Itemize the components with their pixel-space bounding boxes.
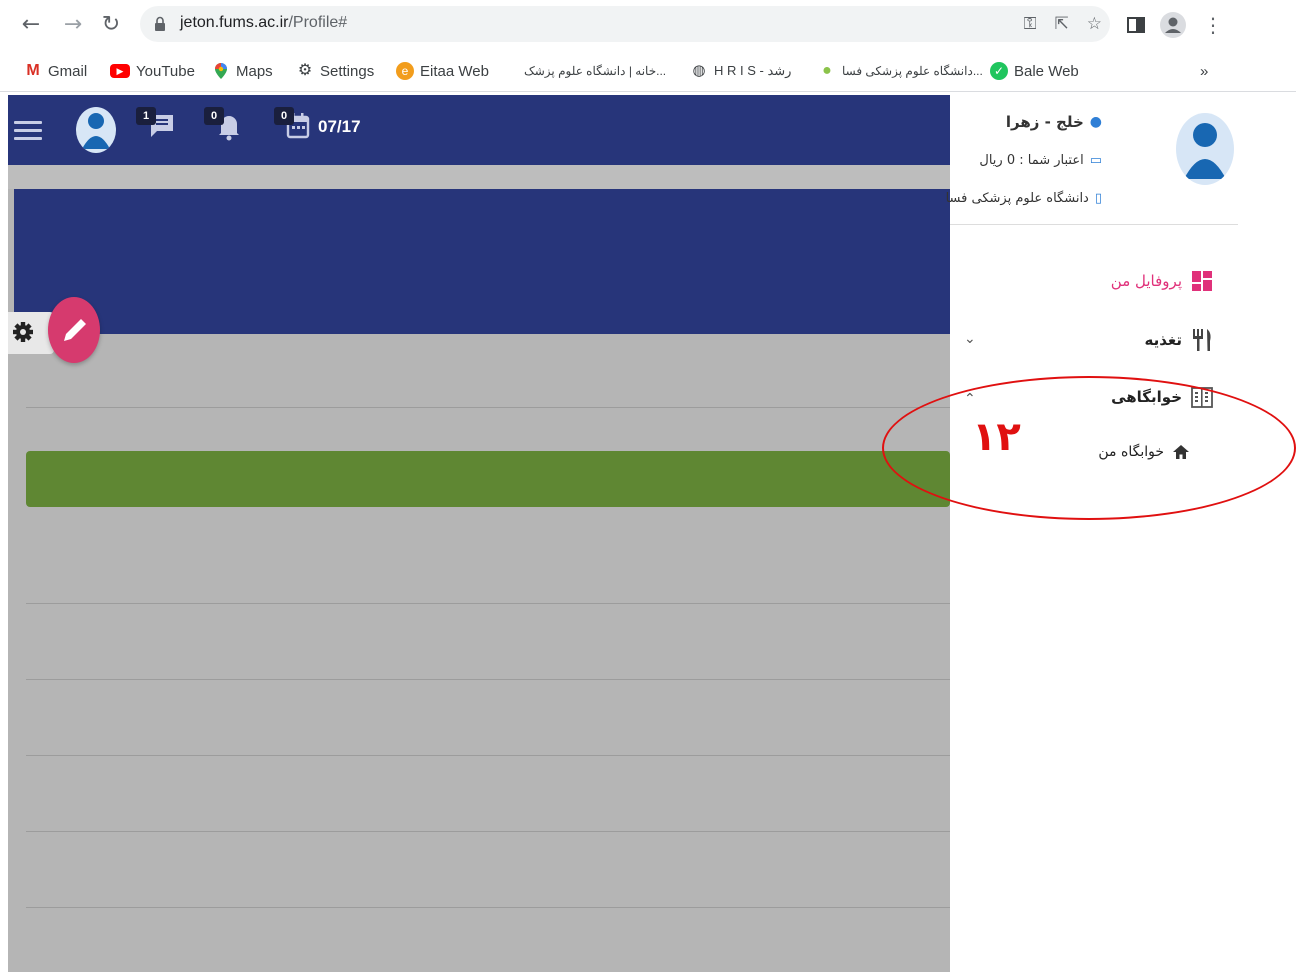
app-root: 1 0 0 07/17 ● خلج - زهرا ▭ اعتبار شما: …: [0, 95, 1296, 972]
building-icon: ▯: [1094, 191, 1102, 206]
maps-icon: [215, 63, 227, 79]
chevron-up-icon[interactable]: ⌃: [964, 391, 976, 407]
bookmark-label: خانه | دانشگاه علوم پزشک...: [524, 64, 667, 78]
menu-item-label: پروفایل من: [1110, 272, 1182, 290]
profile-banner: [14, 189, 950, 334]
apple-icon: ●: [822, 62, 832, 79]
address-bar-icons: ⚿ ⇱ ☆: [1024, 12, 1102, 36]
side-panel-icon[interactable]: [1126, 10, 1146, 40]
bookmarks-bar: M Gmail ▶ YouTube Maps ⚙ Settings e Eita…: [0, 50, 1296, 92]
hamburger-menu-icon[interactable]: [14, 121, 42, 141]
divider: [26, 603, 950, 604]
forward-arrow-icon[interactable]: →: [60, 12, 86, 38]
bookmark-fums-home[interactable]: خانه | دانشگاه علوم پزشک...: [524, 60, 666, 82]
dashboard-icon: [1192, 271, 1212, 291]
bookmark-label: Gmail: [48, 62, 88, 80]
page-content-overlay: [8, 165, 950, 972]
gmail-icon: M: [26, 62, 40, 79]
edit-fab-button[interactable]: [48, 297, 100, 363]
bookmarks-overflow-button[interactable]: »: [1200, 60, 1208, 82]
user-name-row: ● خلج - زهرا: [1006, 113, 1102, 131]
avatar[interactable]: [76, 107, 116, 153]
current-date: 07/17: [318, 117, 361, 136]
eitaa-icon: e: [396, 62, 414, 80]
notifications-button[interactable]: 0: [204, 107, 242, 145]
bookmark-label: Settings: [320, 62, 375, 80]
building-icon: [1191, 387, 1213, 408]
url-host: jeton.fums.ac.ir: [180, 14, 289, 31]
bookmark-label: Bale Web: [1014, 62, 1079, 80]
calendar-badge: 0: [274, 107, 294, 125]
lock-icon: [155, 16, 165, 31]
menu-item-profile[interactable]: پروفایل من: [1111, 269, 1214, 293]
profile-avatar-icon[interactable]: [1158, 10, 1188, 40]
menu-item-label: خوابگاه من: [1098, 444, 1164, 460]
divider: [26, 679, 950, 680]
home-icon: [1173, 445, 1189, 459]
bookmark-youtube[interactable]: ▶ YouTube: [110, 60, 195, 82]
url-text: jeton.fums.ac.ir/Profile#: [180, 14, 347, 32]
divider: [26, 755, 950, 756]
university-row: ▯ دانشگاه علوم پزشکی فسا: [946, 191, 1102, 206]
bookmark-label: H R I S - رشد: [714, 63, 792, 78]
chevron-down-icon[interactable]: ⌄: [964, 331, 976, 347]
bale-icon: ✓: [990, 62, 1008, 80]
messages-badge: 1: [136, 107, 156, 125]
kebab-menu-icon[interactable]: ⋮: [1200, 12, 1226, 38]
calendar-button[interactable]: 0: [274, 107, 312, 145]
green-status-bar: [26, 451, 950, 507]
user-name: خلج - زهرا: [1005, 113, 1084, 131]
divider: [26, 907, 950, 908]
bookmark-label: دانشگاه علوم پزشکی فسا...: [842, 64, 983, 78]
user-icon: ●: [1089, 114, 1102, 130]
menu-item-my-dorm[interactable]: خوابگاه من: [1098, 443, 1190, 461]
divider: [26, 407, 950, 408]
globe-icon: ◍: [692, 62, 706, 79]
bookmark-bale[interactable]: ✓ Bale Web: [990, 60, 1079, 82]
side-drawer: ● خلج - زهرا ▭ اعتبار شما : 0 ریال ▯ دان…: [946, 95, 1296, 972]
back-arrow-icon[interactable]: ←: [18, 12, 44, 38]
menu-item-dorm[interactable]: خوابگاهی: [1111, 385, 1214, 409]
browser-chrome: ← → ↻ jeton.fums.ac.ir/Profile# ⚿ ⇱ ☆ ⋮: [0, 0, 1296, 95]
university-name: دانشگاه علوم پزشکی فسا: [945, 191, 1089, 206]
bookmarks-overflow-label: »: [1200, 62, 1209, 80]
drawer-user-header: ● خلج - زهرا ▭ اعتبار شما : 0 ریال ▯ دان…: [946, 95, 1238, 225]
bookmark-eitaa[interactable]: e Eitaa Web: [396, 60, 489, 82]
menu-item-label: خوابگاهی: [1111, 388, 1182, 406]
messages-button[interactable]: 1: [136, 107, 176, 143]
notifications-badge: 0: [204, 107, 224, 125]
share-icon[interactable]: ⇱: [1055, 12, 1069, 36]
divider: [26, 831, 950, 832]
bookmark-hris[interactable]: ◍ H R I S - رشد: [690, 60, 791, 82]
user-avatar-icon: [82, 113, 110, 149]
browser-toolbar: ← → ↻ jeton.fums.ac.ir/Profile# ⚿ ⇱ ☆ ⋮: [0, 0, 1296, 50]
user-avatar-icon: [1184, 123, 1226, 179]
content-top-strip: [8, 165, 950, 189]
credit-text: اعتبار شما : 0 ریال: [979, 153, 1084, 168]
annotation-number: ۱۲: [972, 414, 1021, 460]
menu-item-label: تغذیه: [1144, 331, 1183, 349]
key-icon[interactable]: ⚿: [1024, 12, 1037, 36]
fork-knife-icon: [1193, 329, 1211, 351]
gear-icon: ⚙: [297, 62, 313, 79]
reload-icon[interactable]: ↻: [98, 12, 124, 38]
bookmark-fasa[interactable]: ● دانشگاه علوم پزشکی فسا...: [818, 60, 983, 82]
star-icon[interactable]: ☆: [1087, 12, 1102, 36]
bookmark-label: YouTube: [136, 62, 195, 80]
address-bar[interactable]: jeton.fums.ac.ir/Profile# ⚿ ⇱ ☆: [140, 6, 1110, 42]
bookmark-maps[interactable]: Maps: [212, 60, 273, 82]
url-path: /Profile#: [288, 14, 348, 31]
bookmark-gmail[interactable]: M Gmail: [24, 60, 87, 82]
pencil-icon: [64, 319, 86, 341]
left-edge: [0, 95, 8, 972]
app-topbar: 1 0 0 07/17: [8, 95, 950, 165]
bookmark-label: Eitaa Web: [420, 62, 489, 80]
credit-card-icon: ▭: [1089, 153, 1102, 168]
bookmark-settings[interactable]: ⚙ Settings: [296, 60, 374, 82]
youtube-icon: ▶: [110, 64, 130, 78]
bookmark-label: Maps: [236, 62, 273, 80]
credit-row: ▭ اعتبار شما : 0 ریال: [979, 153, 1102, 168]
menu-item-food[interactable]: تغذیه: [1145, 327, 1215, 353]
avatar[interactable]: [1176, 113, 1234, 185]
